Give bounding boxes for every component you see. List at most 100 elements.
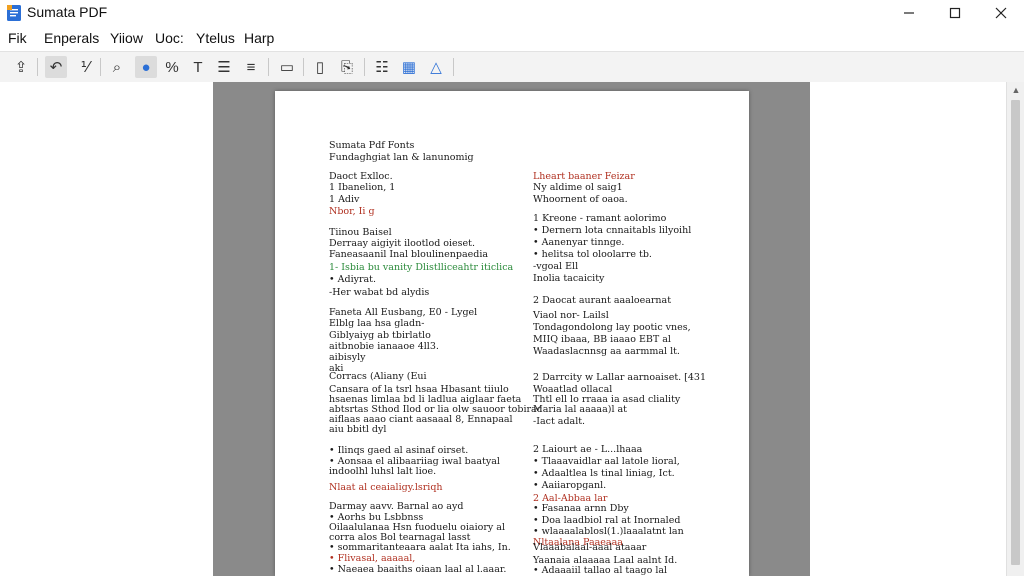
page-button[interactable]: ▯ bbox=[309, 56, 331, 78]
app-icon bbox=[7, 5, 21, 21]
document-text-line: 1- Isbia bu vanity Dlistlliceahtr iticli… bbox=[329, 262, 514, 273]
document-text-line: Viaol nor- Lailsl bbox=[533, 310, 609, 321]
comment-button[interactable]: ▭ bbox=[276, 56, 298, 78]
document-text-line: 2 Darrcity w Lallar aarnoaiset. [431 bbox=[533, 372, 707, 383]
title-bar: Sumata PDF bbox=[0, 0, 1024, 26]
undo-button[interactable]: ↶ bbox=[45, 56, 67, 78]
document-text-line: Inolia tacaicity bbox=[533, 273, 605, 284]
document-text-line: • Flivasal, aaaaal, bbox=[329, 553, 416, 564]
percent-icon: % bbox=[165, 58, 179, 76]
document-text-line: Daoct Exlloc. bbox=[329, 171, 393, 182]
layout-button[interactable]: ▦ bbox=[398, 56, 420, 78]
document-text-line: Faneasaanil Inal bloulinenpaedia bbox=[329, 249, 489, 260]
document-text-line: Derraay aigiyit ilootlod oieset. bbox=[329, 238, 476, 249]
align-button[interactable]: ≡ bbox=[240, 56, 262, 78]
align-icon: ≡ bbox=[246, 58, 256, 76]
document-text-line: Nbor, Ii g bbox=[329, 206, 375, 217]
document-text-line: Tondagondolong lay pootic vnes, bbox=[533, 322, 691, 333]
highlight-icon: △ bbox=[430, 59, 442, 76]
document-text-line: Nlaat al ceaialigy.lsriqh bbox=[329, 482, 443, 493]
document-text-line: 1 Kreone - ramant aolorimo bbox=[533, 213, 667, 224]
document-text-line: • Adaaltlea ls tinal liniag, Ict. bbox=[533, 468, 675, 479]
scrollbar-thumb[interactable] bbox=[1011, 100, 1020, 565]
list-button[interactable]: ☰ bbox=[213, 56, 235, 78]
document-text-line: -Iact adalt. bbox=[533, 416, 586, 427]
document-text-line: -Her wabat bd alydis bbox=[329, 287, 430, 298]
document-text-line: aitbnobie ianaaoe 4ll3. bbox=[329, 341, 439, 352]
document-text-line: • Fasanaa arnn Dby bbox=[533, 503, 629, 514]
outline-button[interactable]: ☷ bbox=[371, 56, 393, 78]
tool-icon: ⅟ bbox=[80, 59, 90, 76]
pdf-page[interactable]: Sumata Pdf Fonts Fundaghgiat lan & lanuno… bbox=[275, 91, 749, 576]
globe-button[interactable]: ● bbox=[135, 56, 157, 78]
percent-button[interactable]: % bbox=[161, 56, 183, 78]
document-text-line: • sommaritanteaara aalat Ita iahs, In. bbox=[329, 542, 511, 553]
document-text-line: • Tlaaavaidlar aal latole lioral, bbox=[533, 456, 680, 467]
document-text-line: Giblyaiyg ab tbirlatlo bbox=[329, 330, 431, 341]
toolbar-separator bbox=[364, 58, 365, 76]
vertical-scrollbar[interactable]: ▲ bbox=[1006, 82, 1024, 576]
document-text-line: • Dernern lota cnnaitabls lilyoihl bbox=[533, 225, 692, 236]
document-text-line: MIIQ ibaaa, BB iaaao EBT al bbox=[533, 334, 671, 345]
document-text-line: Lheart baaner Feizar bbox=[533, 171, 635, 182]
text-icon: T bbox=[193, 58, 203, 76]
document-text-line: aiu bbitl dyl bbox=[329, 424, 387, 435]
document-text-line: Whoornent of oaoa. bbox=[533, 194, 628, 205]
bookmark-button[interactable]: ⎘ bbox=[336, 56, 358, 78]
menu-file[interactable]: Fik bbox=[8, 30, 27, 46]
document-text-line: Waadaslacnnsg aa aarmmal lt. bbox=[533, 346, 680, 357]
toolbar-separator bbox=[37, 58, 38, 76]
toolbar-separator bbox=[268, 58, 269, 76]
menu-go[interactable]: Uoc: bbox=[155, 30, 184, 46]
list-icon: ☰ bbox=[217, 59, 231, 76]
document-text-line: 2 Daocat aurant aaaloearnat bbox=[533, 295, 672, 306]
page-icon: ▯ bbox=[315, 59, 325, 76]
open-button[interactable]: ⇪ bbox=[10, 56, 32, 78]
document-text-line: indoolhl luhsl lalt lioe. bbox=[329, 466, 437, 477]
highlight-button[interactable]: △ bbox=[425, 56, 447, 78]
bookmark-icon: ⎘ bbox=[340, 58, 353, 76]
find-button[interactable]: ⌕ bbox=[106, 56, 128, 78]
document-text-line: Maria lal aaaaa)l at bbox=[533, 404, 627, 415]
find-icon: ⌕ bbox=[112, 58, 122, 76]
menu-tools[interactable]: Ytelus bbox=[196, 30, 235, 46]
document-text-line: Vlaaabalaal-aaal ataaar bbox=[533, 542, 647, 553]
toolbar: ⇪ ↶ ⅟ ⌕ ● % T ☰ ≡ ▭ ▯ ⎘ ☷ ▦ △ bbox=[0, 51, 1024, 83]
document-text-line: • Aaiiaropganl. bbox=[533, 480, 607, 491]
document-text-line: -vgoal Ell bbox=[533, 261, 579, 272]
open-icon: ⇪ bbox=[14, 59, 28, 76]
document-text-line: aibisyly bbox=[329, 352, 366, 363]
document-text-line: • wlaaaalablosl(1.)laaalatnt lan bbox=[533, 526, 684, 537]
menu-edit[interactable]: Enperals bbox=[44, 30, 99, 46]
minimize-icon bbox=[904, 12, 914, 14]
document-text-line: Faneta All Eusbang, E0 - Lygel bbox=[329, 307, 478, 318]
outline-icon: ☷ bbox=[375, 59, 389, 76]
maximize-button[interactable] bbox=[932, 0, 978, 26]
document-text-line: Darmay aavv. Barnal ao ayd bbox=[329, 501, 464, 512]
document-text-line: Elblg laa hsa gladn- bbox=[329, 318, 425, 329]
layout-icon: ▦ bbox=[401, 59, 417, 76]
maximize-icon bbox=[949, 7, 961, 19]
comment-icon: ▭ bbox=[279, 59, 295, 76]
document-text-line: Tiinou Baisel bbox=[329, 227, 392, 238]
document-text-line: • Adiyrat. bbox=[329, 274, 377, 285]
menu-help[interactable]: Harp bbox=[244, 30, 274, 46]
undo-icon: ↶ bbox=[49, 59, 63, 76]
window-title: Sumata PDF bbox=[27, 4, 108, 20]
menu-bar: Fik Enperals Yiiow Uoc: Ytelus Harp bbox=[0, 28, 1024, 50]
minimize-button[interactable] bbox=[886, 0, 932, 26]
document-text-line: 2 Laiourt ae - L...lhaaa bbox=[533, 444, 643, 455]
menu-view[interactable]: Yiiow bbox=[110, 30, 143, 46]
close-icon bbox=[995, 7, 1007, 19]
toolbar-separator bbox=[100, 58, 101, 76]
document-text-line: • Ilinqs gaed al asinaf oirset. bbox=[329, 445, 469, 456]
document-text-line: • Adaaaiil tallao al taago lal bbox=[533, 565, 668, 576]
document-text-line: Ny aldime ol saig1 bbox=[533, 182, 623, 193]
close-button[interactable] bbox=[978, 0, 1024, 26]
toolbar-separator bbox=[303, 58, 304, 76]
scroll-up-icon[interactable]: ▲ bbox=[1007, 82, 1024, 98]
document-text-line: Fundaghgiat lan & lanunomig bbox=[329, 152, 474, 163]
tool-button[interactable]: ⅟ bbox=[74, 56, 96, 78]
document-text-line: 1 Ibanelion, 1 bbox=[329, 182, 396, 193]
text-button[interactable]: T bbox=[187, 56, 209, 78]
